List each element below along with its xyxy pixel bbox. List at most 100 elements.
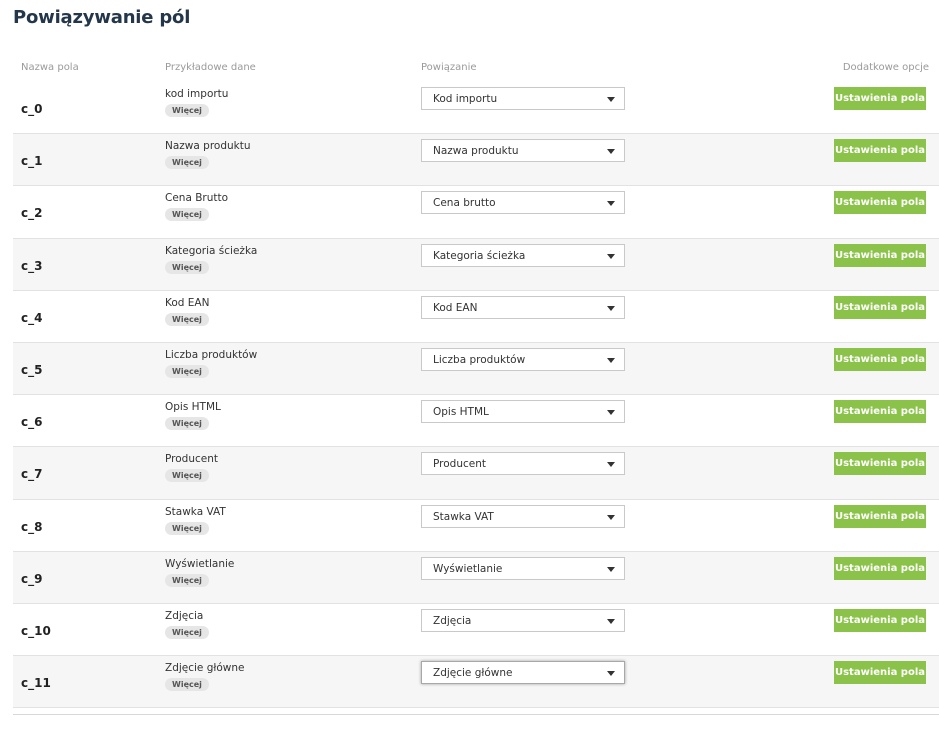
sample-data: Producent Więcej xyxy=(165,453,218,483)
field-name: c_7 xyxy=(21,467,43,482)
binding-select[interactable]: Stawka VAT xyxy=(421,504,625,528)
caret-down-icon xyxy=(607,618,615,624)
page-title: Powiązywanie pól xyxy=(13,7,191,28)
more-button[interactable]: Więcej xyxy=(165,573,209,587)
sample-value: Nazwa produktu xyxy=(165,140,251,153)
field-name: c_1 xyxy=(21,154,43,169)
sample-data: Zdjęcia Więcej xyxy=(165,610,209,639)
more-button[interactable]: Więcej xyxy=(165,469,209,483)
sample-data: Zdjęcie główne Więcej xyxy=(165,662,245,692)
caret-down-icon xyxy=(607,671,615,677)
table-row: c_6 Opis HTML Więcej Opis HTML Ustawienia po… xyxy=(13,395,939,448)
binding-select[interactable]: Wyświetlanie xyxy=(421,556,625,580)
binding-select[interactable]: Kod importu xyxy=(421,87,625,110)
column-header-sample: Przykładowe dane xyxy=(165,62,256,73)
sample-value: Zdjęcia xyxy=(165,609,204,622)
more-button[interactable]: Więcej xyxy=(165,208,209,222)
sample-data: Cena Brutto Więcej xyxy=(165,192,229,222)
table-body: c_0 kod importu Więcej Kod importu Ustawieni… xyxy=(13,82,939,709)
more-button[interactable]: Więcej xyxy=(165,417,209,431)
more-button[interactable]: Więcej xyxy=(165,521,209,535)
binding-select[interactable]: Kategoria ścieżka xyxy=(421,243,625,267)
binding-selected-value: Producent xyxy=(433,458,486,471)
more-button[interactable]: Więcej xyxy=(165,260,209,274)
more-button[interactable]: Więcej xyxy=(165,312,209,326)
field-settings-button[interactable]: Ustawienia pola xyxy=(834,191,926,215)
sample-value: Opis HTML xyxy=(165,401,221,414)
field-mapping-table: Nazwa pola Przykładowe dane Powiązanie D… xyxy=(13,62,939,709)
field-settings-button[interactable]: Ustawienia pola xyxy=(834,504,926,528)
field-name: c_10 xyxy=(21,623,51,638)
caret-down-icon xyxy=(607,357,615,363)
sample-data: Kod EAN Więcej xyxy=(165,297,209,326)
caret-down-icon xyxy=(607,514,615,520)
binding-selected-value: Wyświetlanie xyxy=(433,562,503,575)
table-row: c_1 Nazwa produktu Więcej Nazwa produktu Ust… xyxy=(13,134,939,187)
binding-select[interactable]: Zdjęcia xyxy=(421,608,625,632)
binding-select[interactable]: Liczba produktów xyxy=(421,347,625,371)
sample-data: Kategoria ścieżka Więcej xyxy=(165,245,257,274)
sample-value: Wyświetlanie xyxy=(165,557,235,570)
column-header-extra: Dodatkowe opcje xyxy=(842,62,929,73)
field-settings-button[interactable]: Ustawienia pola xyxy=(834,452,926,476)
caret-down-icon xyxy=(607,305,615,311)
field-settings-button[interactable]: Ustawienia pola xyxy=(834,347,926,371)
field-settings-button[interactable]: Ustawienia pola xyxy=(834,87,926,110)
field-name: c_9 xyxy=(21,571,43,586)
caret-down-icon xyxy=(607,462,615,468)
more-button[interactable]: Więcej xyxy=(165,104,209,117)
binding-selected-value: Kod importu xyxy=(433,93,498,105)
table-row: c_0 kod importu Więcej Kod importu Ustawieni… xyxy=(13,82,939,135)
more-button[interactable]: Więcej xyxy=(165,625,209,639)
more-button[interactable]: Więcej xyxy=(165,156,209,170)
table-row: c_7 Producent Więcej Producent Ustawienia po… xyxy=(13,447,939,500)
binding-selected-value: Kategoria ścieżka xyxy=(433,249,526,262)
field-settings-button[interactable]: Ustawienia pola xyxy=(834,608,926,632)
field-settings-button[interactable]: Ustawienia pola xyxy=(834,139,926,163)
sample-data: kod importu Więcej xyxy=(165,88,228,117)
field-name: c_2 xyxy=(21,206,43,221)
binding-select[interactable]: Producent xyxy=(421,452,625,476)
binding-select[interactable]: Opis HTML xyxy=(421,400,625,424)
caret-down-icon xyxy=(607,566,615,572)
binding-selected-value: Kod EAN xyxy=(433,301,478,314)
sample-data: Wyświetlanie Więcej xyxy=(165,558,234,587)
sample-value: Cena Brutto xyxy=(165,192,229,205)
field-name: c_3 xyxy=(21,258,43,273)
sample-value: Zdjęcie główne xyxy=(165,662,245,675)
table-bottom-divider xyxy=(13,714,939,715)
binding-selected-value: Liczba produktów xyxy=(433,353,526,366)
binding-selected-value: Stawka VAT xyxy=(433,510,494,523)
caret-down-icon xyxy=(607,201,615,207)
binding-select[interactable]: Nazwa produktu xyxy=(421,139,625,163)
sample-data: Stawka VAT Więcej xyxy=(165,506,226,535)
column-header-binding: Powiązanie xyxy=(421,62,477,73)
sample-data: Nazwa produktu Więcej xyxy=(165,140,251,170)
more-button[interactable]: Więcej xyxy=(165,364,209,378)
table-row: c_5 Liczba produktów Więcej Liczba produktó… xyxy=(13,342,939,396)
binding-select[interactable]: Kod EAN xyxy=(421,295,625,319)
table-row: c_10 Zdjęcia Więcej Zdjęcia Ustawienia pola xyxy=(13,603,939,657)
sample-value: Stawka VAT xyxy=(165,505,226,518)
caret-down-icon xyxy=(607,410,615,416)
field-name: c_6 xyxy=(21,415,43,430)
field-settings-button[interactable]: Ustawienia pola xyxy=(834,400,926,424)
sample-value: Producent xyxy=(165,453,218,466)
binding-selected-value: Zdjęcie główne xyxy=(433,667,513,680)
binding-select[interactable]: Zdjęcie główne xyxy=(421,661,625,685)
binding-selected-value: Cena brutto xyxy=(433,197,496,210)
table-row: c_8 Stawka VAT Więcej Stawka VAT Ustawienia … xyxy=(13,499,939,552)
more-button[interactable]: Więcej xyxy=(165,678,209,692)
table-row: c_2 Cena Brutto Więcej Cena brutto Ustawieni… xyxy=(13,186,939,239)
field-settings-button[interactable]: Ustawienia pola xyxy=(834,295,926,319)
field-name: c_11 xyxy=(21,676,51,691)
table-row: c_9 Wyświetlanie Więcej Wyświetlanie Ustawie… xyxy=(13,551,939,604)
field-name: c_8 xyxy=(21,519,43,534)
sample-value: Kod EAN xyxy=(165,296,210,309)
binding-select[interactable]: Cena brutto xyxy=(421,191,625,215)
field-settings-button[interactable]: Ustawienia pola xyxy=(834,556,926,580)
field-settings-button[interactable]: Ustawienia pola xyxy=(834,243,926,267)
table-row: c_3 Kategoria ścieżka Więcej Kategoria ście… xyxy=(13,238,939,291)
binding-selected-value: Nazwa produktu xyxy=(433,145,519,158)
field-settings-button[interactable]: Ustawienia pola xyxy=(834,661,926,685)
